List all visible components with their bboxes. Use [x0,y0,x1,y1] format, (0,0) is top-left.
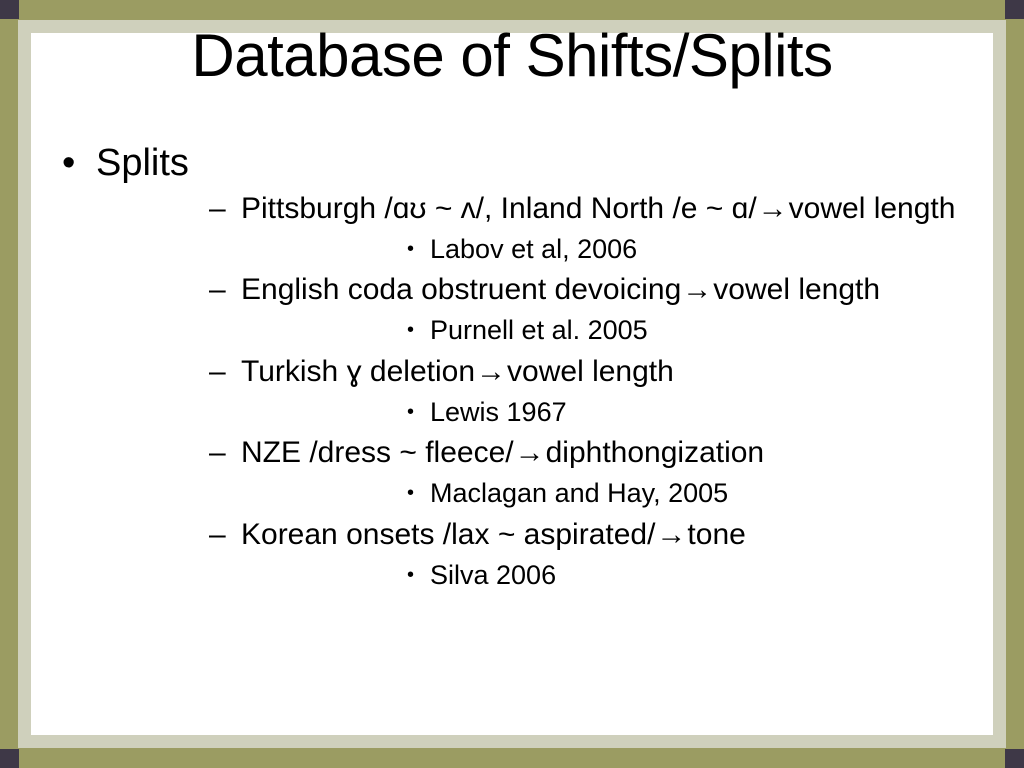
list-item-citation: • Lewis 1967 [241,392,1004,433]
slide-title: Database of Shifts/Splits [191,22,833,89]
citation-label: Lewis 1967 [430,396,567,427]
citation-label: Maclagan and Hay, 2005 [430,478,729,509]
bullet-list-level3: • Lewis 1967 [241,392,1004,433]
list-item-change: – Korean onsets /lax ~ aspirated/→tone •… [96,514,1004,596]
corner-accent-bottom-right [1005,749,1024,768]
bullet-list-level3: • Labov et al, 2006 [241,229,1004,270]
bullet-dash-icon: – [209,273,226,307]
list-item-change: – NZE /dress ~ fleece/→diphthongization … [96,432,1004,514]
arrow-right-icon: → [757,191,788,225]
change-description: Korean onsets /lax ~ aspirated/ [241,517,656,551]
change-outcome: vowel length [713,273,881,307]
change-outcome: diphthongization [545,436,765,470]
change-outcome: tone [687,517,746,551]
bullet-dot-small-icon: • [407,563,415,586]
corner-accent-top-right [1005,0,1024,19]
arrow-right-icon: → [514,436,545,470]
bullet-list-level1: • Splits – Pittsburgh /ɑʊ ~ ʌ/, Inland N… [28,140,1004,595]
arrow-right-icon: → [656,517,687,551]
list-item-change: – English coda obstruent devoicing→vowel… [96,269,1004,351]
change-description: NZE /dress ~ fleece/ [241,436,514,470]
arrow-right-icon: → [476,354,507,388]
heading-label: Splits [96,142,189,184]
list-item-citation: • Purnell et al. 2005 [241,310,1004,351]
list-item-change: – Pittsburgh /ɑʊ ~ ʌ/, Inland North /e ~… [96,188,1004,270]
change-outcome: vowel length [507,354,674,388]
citation-label: Purnell et al. 2005 [430,315,648,346]
corner-accent-bottom-left [0,749,19,768]
presentation-slide: Database of Shifts/Splits • Splits – Pit… [0,0,1024,768]
list-item-citation: • Labov et al, 2006 [241,229,1004,270]
change-description: Pittsburgh /ɑʊ ~ ʌ/, Inland North /e ~ ɑ… [241,191,757,225]
bullet-list-level2: – Pittsburgh /ɑʊ ~ ʌ/, Inland North /e ~… [96,188,1004,596]
bullet-dot-small-icon: • [407,237,415,260]
bullet-dot-small-icon: • [407,319,415,342]
bullet-dot-small-icon: • [407,482,415,505]
change-outcome: vowel length [788,191,956,225]
list-item-citation: • Maclagan and Hay, 2005 [241,473,1004,514]
bullet-dot-icon: • [62,142,76,184]
citation-label: Silva 2006 [430,559,557,590]
list-item-citation: • Silva 2006 [241,555,1004,596]
corner-accent-top-left [0,0,19,19]
change-description: English coda obstruent devoicing [241,273,682,307]
citation-label: Labov et al, 2006 [430,233,638,264]
bullet-dot-small-icon: • [407,400,415,423]
list-item-change: – Turkish ɣ deletion→vowel length • Lewi… [96,351,1004,433]
list-item-splits: • Splits – Pittsburgh /ɑʊ ~ ʌ/, Inland N… [28,140,1004,595]
bullet-dash-icon: – [209,436,226,470]
bullet-list-level3: • Purnell et al. 2005 [241,310,1004,351]
change-description: Turkish ɣ deletion [241,354,476,388]
bullet-dash-icon: – [209,517,226,551]
bullet-dash-icon: – [209,354,226,388]
bullet-list-level3: • Maclagan and Hay, 2005 [241,473,1004,514]
slide-body: • Splits – Pittsburgh /ɑʊ ~ ʌ/, Inland N… [28,140,1004,597]
bullet-list-level3: • Silva 2006 [241,555,1004,596]
arrow-right-icon: → [682,273,713,307]
bullet-dash-icon: – [209,191,226,225]
